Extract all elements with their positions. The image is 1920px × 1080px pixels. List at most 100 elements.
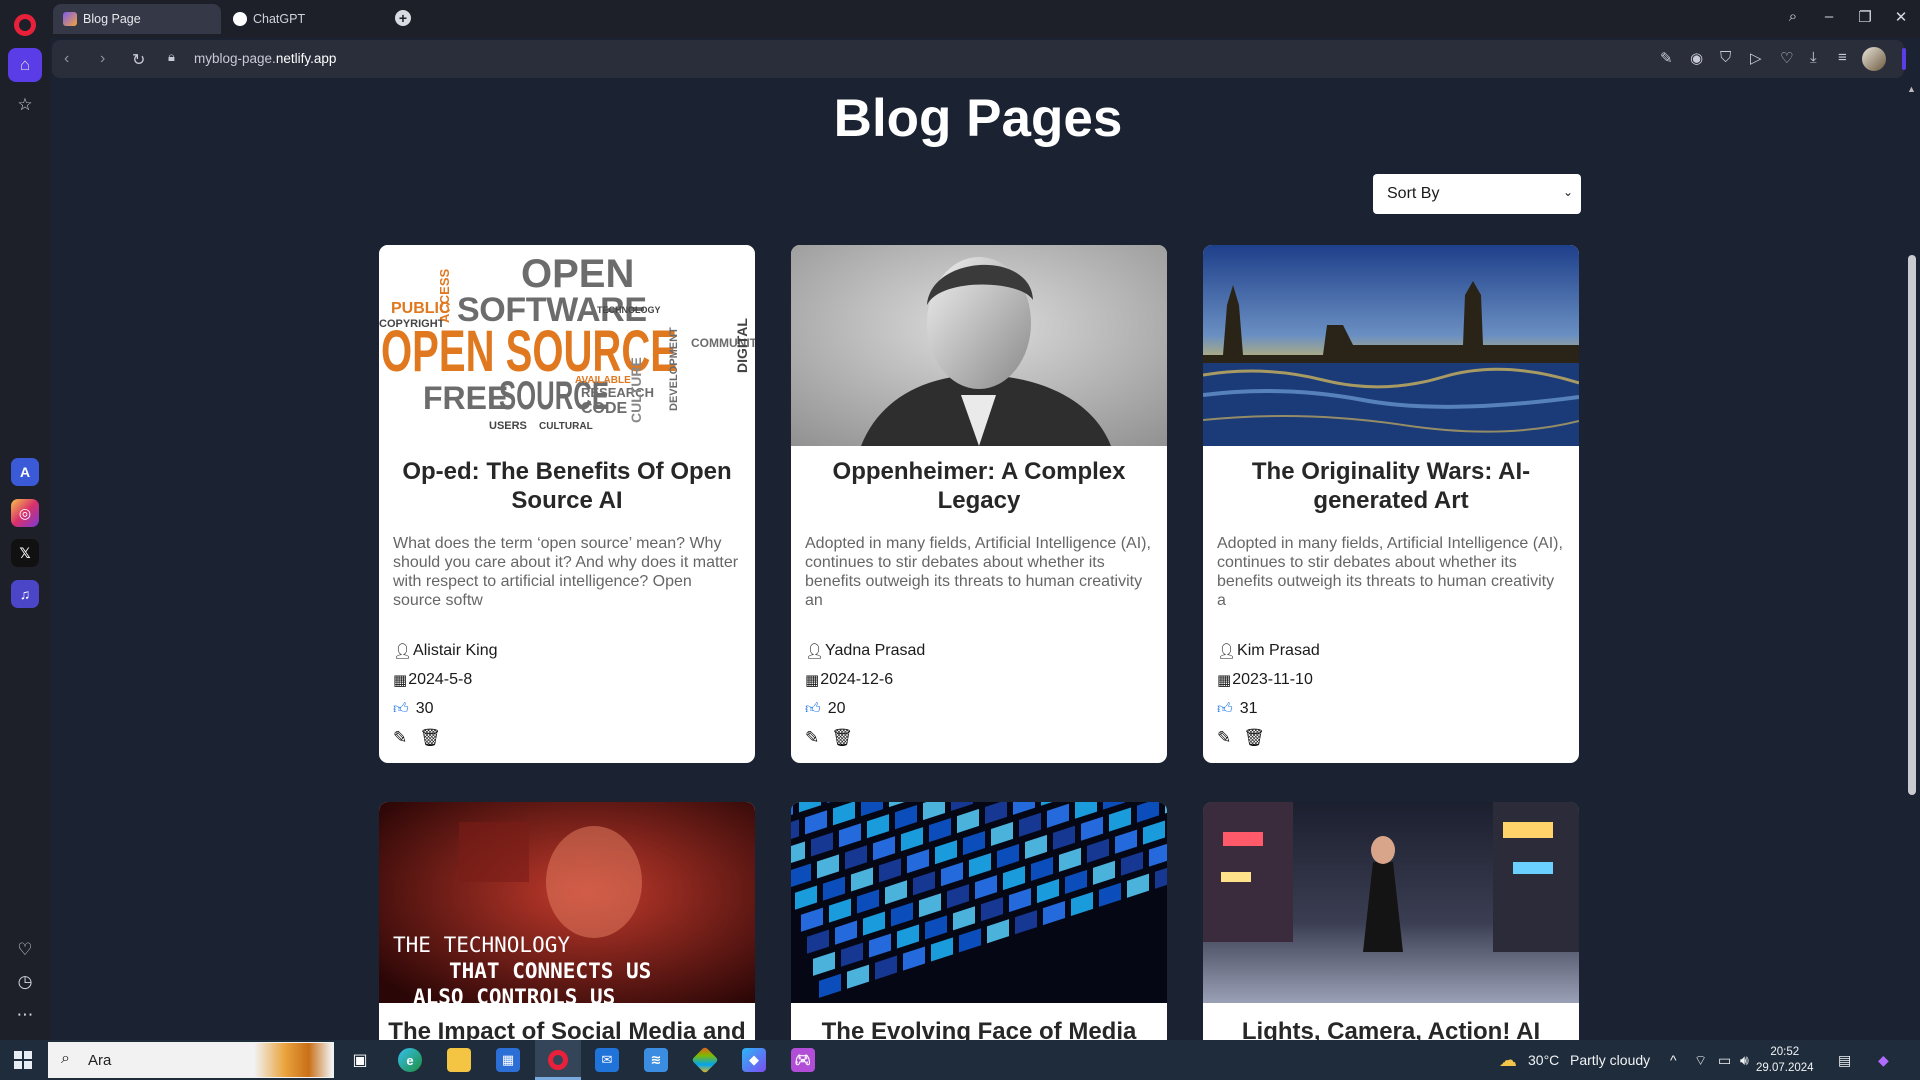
- adblock-shield-icon[interactable]: ⛉: [1720, 49, 1731, 66]
- wc-word: COPYRIGHT: [379, 318, 445, 330]
- image-caption: THAT CONNECTS US: [449, 959, 651, 983]
- instagram-icon[interactable]: ◎: [11, 499, 39, 527]
- meet-now-icon[interactable]: ▭: [1718, 1052, 1731, 1069]
- download-icon[interactable]: ⤓: [1810, 49, 1817, 66]
- my-flow-heart-icon[interactable]: ♡: [1780, 49, 1793, 67]
- app-icon[interactable]: ≋: [644, 1048, 668, 1072]
- post-likes: 👍︎ 30: [393, 700, 433, 718]
- url-field[interactable]: myblog-page.netlify.app: [194, 51, 336, 66]
- post-title[interactable]: The Originality Wars: AI-generated Art: [1223, 457, 1559, 515]
- home-icon[interactable]: ⌂: [8, 48, 42, 82]
- trash-icon[interactable]: 🗑︎: [831, 728, 853, 747]
- social-media-documentary-image: THE TECHNOLOGY THAT CONNECTS US ALSO CON…: [379, 802, 755, 1003]
- page-scrollbar[interactable]: ▲: [1904, 80, 1920, 1040]
- tab-blog-page[interactable]: Blog Page: [53, 4, 221, 34]
- close-window-icon[interactable]: ✕: [1886, 8, 1916, 26]
- wc-word: OPEN: [521, 252, 634, 296]
- file-explorer-icon[interactable]: [447, 1048, 471, 1072]
- blog-card[interactable]: THE TECHNOLOGY THAT CONNECTS US ALSO CON…: [379, 802, 755, 1040]
- thumbs-up-icon[interactable]: 👍︎: [805, 700, 821, 718]
- more-icon[interactable]: ⋯: [8, 998, 42, 1032]
- network-icon[interactable]: ⌔: [1694, 1052, 1707, 1070]
- calendar-icon: ▦: [1217, 672, 1232, 689]
- opera-taskbar-icon[interactable]: [546, 1048, 570, 1072]
- tab-title: ChatGPT: [253, 12, 306, 26]
- scroll-up-icon[interactable]: ▲: [1907, 84, 1916, 94]
- sidebar-toggle-indicator[interactable]: [1902, 48, 1906, 70]
- restore-icon[interactable]: ❐: [1850, 8, 1880, 26]
- game-controller-icon[interactable]: 🎮︎: [791, 1048, 815, 1072]
- blog-card[interactable]: The Originality Wars: AI-generated Art A…: [1203, 245, 1579, 763]
- music-player-icon[interactable]: ♫: [11, 580, 39, 608]
- post-likes: 👍︎ 20: [805, 700, 845, 718]
- lock-icon[interactable]: 🔒︎: [168, 49, 175, 65]
- copilot-tray-icon[interactable]: ◆: [1878, 1052, 1889, 1069]
- edit-icon[interactable]: ✎: [1217, 728, 1231, 747]
- copilot-icon[interactable]: ◆: [742, 1048, 766, 1072]
- user-icon: 👤︎: [393, 643, 413, 660]
- post-title[interactable]: The Evolving Face of Media: [791, 1017, 1167, 1040]
- task-view-icon[interactable]: ▣: [348, 1048, 372, 1072]
- weather-condition[interactable]: Partly cloudy: [1570, 1052, 1650, 1068]
- x-twitter-icon[interactable]: 𝕏: [11, 539, 39, 567]
- microsoft-store-icon[interactable]: ▦: [496, 1048, 520, 1072]
- post-author: 👤︎ Alistair King: [393, 642, 498, 660]
- blog-card[interactable]: The Evolving Face of Media: [791, 802, 1167, 1040]
- easy-setup-menu-icon[interactable]: ≡: [1838, 49, 1847, 66]
- windows-start-icon[interactable]: [14, 1051, 32, 1069]
- speed-dial-star-icon[interactable]: ☆: [8, 88, 42, 122]
- tray-chevron-icon[interactable]: ^: [1670, 1052, 1677, 1068]
- address-bar: ‹ › ↻ 🔒︎ myblog-page.netlify.app ✎ ◉ ⛉ ▷…: [52, 40, 1904, 78]
- url-prefix: myblog-page.: [194, 51, 276, 66]
- tab-search-icon[interactable]: ⌕: [1778, 8, 1808, 25]
- mail-icon[interactable]: ✉: [595, 1048, 619, 1072]
- calendar-icon: ▦: [393, 672, 408, 689]
- blog-card[interactable]: Oppenheimer: A Complex Legacy Adopted in…: [791, 245, 1167, 763]
- tab-title: Blog Page: [83, 12, 141, 26]
- taskbar-search-input[interactable]: ⌕ Ara: [48, 1042, 334, 1078]
- blog-card[interactable]: OPEN SOFTWARE OPEN SOURCE FREE SOURCE PU…: [379, 245, 755, 763]
- new-tab-plus-icon[interactable]: +: [395, 10, 411, 26]
- sort-by-select[interactable]: Sort By ⌄: [1373, 174, 1581, 214]
- weather-cloud-icon[interactable]: ☁: [1496, 1048, 1520, 1072]
- tab-chatgpt[interactable]: ChatGPT: [223, 4, 383, 34]
- wc-word: AVAILABLE: [575, 375, 631, 386]
- aria-ai-icon[interactable]: A: [11, 458, 39, 486]
- forward-arrow-icon[interactable]: ›: [100, 50, 105, 68]
- opera-logo-icon[interactable]: [14, 14, 36, 36]
- post-title[interactable]: Oppenheimer: A Complex Legacy: [811, 457, 1147, 515]
- thumbs-up-icon[interactable]: 👍︎: [1217, 700, 1233, 718]
- trash-icon[interactable]: 🗑︎: [1243, 728, 1265, 747]
- post-title[interactable]: The Impact of Social Media and: [379, 1017, 755, 1040]
- back-arrow-icon[interactable]: ‹: [64, 50, 69, 68]
- edge-browser-icon[interactable]: e: [398, 1048, 422, 1072]
- snap-edit-icon[interactable]: ✎: [1660, 49, 1673, 67]
- profile-avatar[interactable]: [1862, 47, 1886, 71]
- edit-icon[interactable]: ✎: [393, 728, 407, 747]
- temperature[interactable]: 30°C: [1528, 1052, 1559, 1068]
- history-clock-icon[interactable]: ◷: [8, 965, 42, 999]
- reload-icon[interactable]: ↻: [132, 50, 145, 70]
- post-title[interactable]: Lights, Camera, Action! AI: [1203, 1017, 1579, 1040]
- post-description: Adopted in many fields, Artificial Intel…: [805, 535, 1151, 609]
- taskbar-clock[interactable]: 20:52 29.07.2024: [1756, 1044, 1814, 1076]
- blog-card[interactable]: Lights, Camera, Action! AI: [1203, 802, 1579, 1040]
- notifications-icon[interactable]: ▤: [1838, 1052, 1851, 1069]
- minimize-icon[interactable]: –: [1814, 8, 1844, 25]
- wc-word: CULTURE: [628, 357, 644, 423]
- trash-icon[interactable]: 🗑︎: [419, 728, 441, 747]
- oppenheimer-portrait-image: [791, 245, 1167, 446]
- post-title[interactable]: Op-ed: The Benefits Of Open Source AI: [399, 457, 735, 515]
- scrollbar-thumb[interactable]: [1908, 255, 1916, 795]
- chevron-down-icon: ⌄: [1562, 185, 1573, 199]
- edit-icon[interactable]: ✎: [805, 728, 819, 747]
- camera-icon[interactable]: ◉: [1690, 49, 1703, 67]
- favorites-heart-icon[interactable]: ♡: [8, 933, 42, 967]
- player-icon[interactable]: ▷: [1750, 49, 1762, 67]
- thumbs-up-icon[interactable]: 👍︎: [393, 700, 409, 718]
- colorful-app-icon[interactable]: [691, 1046, 719, 1074]
- tab-favicon-icon: [63, 12, 77, 26]
- volume-icon[interactable]: 🔊︎: [1740, 1052, 1749, 1069]
- author-name: Kim Prasad: [1237, 642, 1320, 659]
- post-description: Adopted in many fields, Artificial Intel…: [1217, 535, 1563, 609]
